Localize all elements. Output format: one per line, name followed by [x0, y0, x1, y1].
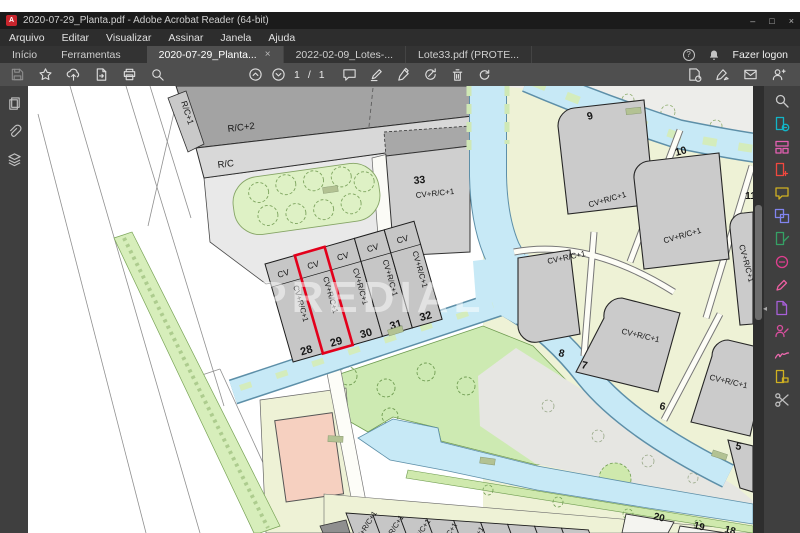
- more-tools-icon[interactable]: [774, 391, 791, 408]
- stamp-icon[interactable]: [774, 368, 791, 385]
- send-review-icon[interactable]: [423, 67, 438, 82]
- export-pdf-icon[interactable]: [687, 67, 702, 82]
- print-icon[interactable]: [122, 67, 137, 82]
- left-panel-rail: [0, 86, 28, 533]
- email-icon[interactable]: [743, 67, 758, 82]
- acrobat-logo-icon: A: [6, 15, 17, 26]
- label-rc: R/C: [217, 158, 235, 171]
- previous-page-icon[interactable]: [248, 67, 263, 82]
- lot-33-number: 33: [413, 174, 426, 187]
- layers-icon[interactable]: [7, 152, 22, 167]
- lot-11-number: 11: [745, 190, 753, 202]
- tab-document-lotes[interactable]: 2022-02-09_Lotes-...: [284, 46, 406, 63]
- create-pdf-icon[interactable]: [774, 161, 791, 178]
- star-favorites-icon[interactable]: [38, 67, 53, 82]
- request-signatures-icon[interactable]: [774, 322, 791, 339]
- tab-document-planta[interactable]: 2020-07-29_Planta... ×: [147, 46, 284, 63]
- edit-pdf-icon[interactable]: [774, 230, 791, 247]
- page-number-input[interactable]: 1: [294, 69, 300, 81]
- attachments-icon[interactable]: [7, 124, 22, 139]
- window-title: 2020-07-29_Planta.pdf - Adobe Acrobat Re…: [23, 15, 269, 26]
- collapse-panel-icon[interactable]: ◂: [763, 304, 767, 313]
- menu-ajuda[interactable]: Ajuda: [268, 32, 295, 44]
- redact-icon[interactable]: [774, 253, 791, 270]
- help-icon[interactable]: ?: [683, 49, 695, 61]
- maximize-button[interactable]: □: [769, 16, 774, 26]
- combine-files-icon[interactable]: [774, 207, 791, 224]
- tools-rail: ◂: [764, 86, 800, 533]
- sign-in-button[interactable]: Fazer logon: [733, 49, 788, 61]
- close-button[interactable]: ×: [789, 16, 794, 26]
- export-file-icon[interactable]: [94, 67, 109, 82]
- building-lot-10: [634, 153, 729, 269]
- tab-ferramentas[interactable]: Ferramentas: [49, 46, 133, 63]
- delete-icon[interactable]: [450, 67, 465, 82]
- watermark: IPREDIAL: [240, 273, 485, 322]
- sign-doc-icon[interactable]: [715, 67, 730, 82]
- scrollbar-thumb[interactable]: [755, 205, 762, 320]
- plan-drawing: CV+R/C+1 CV+R/C+1 CV+R/C+1 CV+R/C+1 CV+R…: [28, 86, 753, 533]
- notifications-bell-icon[interactable]: [708, 49, 720, 61]
- signature-icon[interactable]: [774, 345, 791, 362]
- convert-pdf-icon[interactable]: [774, 299, 791, 316]
- page-total: 1: [319, 69, 325, 81]
- fill-sign-icon[interactable]: [396, 67, 411, 82]
- rotate-icon[interactable]: [477, 67, 492, 82]
- page-separator: /: [308, 69, 311, 81]
- menu-assinar[interactable]: Assinar: [168, 32, 203, 44]
- comment-icon[interactable]: [342, 67, 357, 82]
- fill-sign-icon[interactable]: [774, 276, 791, 293]
- share-person-icon[interactable]: [771, 67, 786, 82]
- document-canvas[interactable]: CV+R/C+1 CV+R/C+1 CV+R/C+1 CV+R/C+1 CV+R…: [28, 86, 753, 533]
- comment-icon[interactable]: [774, 184, 791, 201]
- menu-janela[interactable]: Janela: [220, 32, 251, 44]
- minimize-button[interactable]: –: [750, 16, 755, 26]
- save-icon[interactable]: [10, 67, 25, 82]
- toolbar: 1 / 1: [0, 63, 800, 86]
- tab-document-lote33[interactable]: Lote33.pdf (PROTE...: [406, 46, 532, 63]
- highlight-icon[interactable]: [369, 67, 384, 82]
- search-icon[interactable]: [774, 92, 791, 109]
- menu-visualizar[interactable]: Visualizar: [106, 32, 151, 44]
- next-page-icon[interactable]: [271, 67, 286, 82]
- acrobat-window: A 2020-07-29_Planta.pdf - Adobe Acrobat …: [0, 0, 800, 533]
- tab-bar: Início Ferramentas 2020-07-29_Planta... …: [0, 46, 800, 63]
- menu-arquivo[interactable]: Arquivo: [9, 32, 45, 44]
- cloud-share-icon[interactable]: [66, 67, 81, 82]
- find-icon[interactable]: [150, 67, 165, 82]
- title-bar: A 2020-07-29_Planta.pdf - Adobe Acrobat …: [0, 12, 800, 29]
- close-tab-icon[interactable]: ×: [265, 49, 271, 60]
- organize-pages-icon[interactable]: [774, 138, 791, 155]
- tab-inicio[interactable]: Início: [0, 46, 49, 63]
- export-pdf-icon[interactable]: [774, 115, 791, 132]
- menu-bar: Arquivo Editar Visualizar Assinar Janela…: [0, 29, 800, 46]
- page-thumbnails-icon[interactable]: [7, 96, 22, 111]
- menu-editar[interactable]: Editar: [62, 32, 89, 44]
- lot-18-number: 18: [723, 524, 737, 533]
